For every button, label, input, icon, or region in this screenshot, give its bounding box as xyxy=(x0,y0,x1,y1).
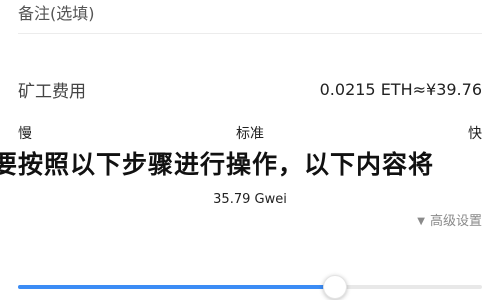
divider xyxy=(18,33,482,34)
slider-thumb[interactable] xyxy=(322,275,347,299)
speed-slow-label: 慢 xyxy=(18,126,32,142)
advanced-settings-label: 高级设置 xyxy=(429,214,482,229)
triangle-down-icon: ▼ xyxy=(417,216,425,227)
fee-speed-slider[interactable] xyxy=(18,275,482,299)
overlay-watermark-text: 要按照以下步骤进行操作，以下内容将 xyxy=(0,150,435,179)
slider-fill xyxy=(18,285,334,289)
remark-field[interactable]: 备注(选填) xyxy=(18,3,95,25)
transfer-fee-panel: 备注(选填) 矿工费用 0.0215 ETH≈¥39.76 慢 标准 快 要按照… xyxy=(0,0,500,300)
gas-price-value: 35.79 Gwei xyxy=(213,192,287,207)
speed-labels: 慢 标准 快 xyxy=(18,124,482,299)
fee-value: 0.0215 ETH≈¥39.76 xyxy=(319,80,482,99)
fee-label: 矿工费用 xyxy=(18,82,86,102)
speed-standard-label: 标准 xyxy=(236,126,264,142)
speed-fast-label: 快 xyxy=(468,126,482,142)
advanced-settings-toggle[interactable]: ▼ 高级设置 xyxy=(417,212,482,232)
